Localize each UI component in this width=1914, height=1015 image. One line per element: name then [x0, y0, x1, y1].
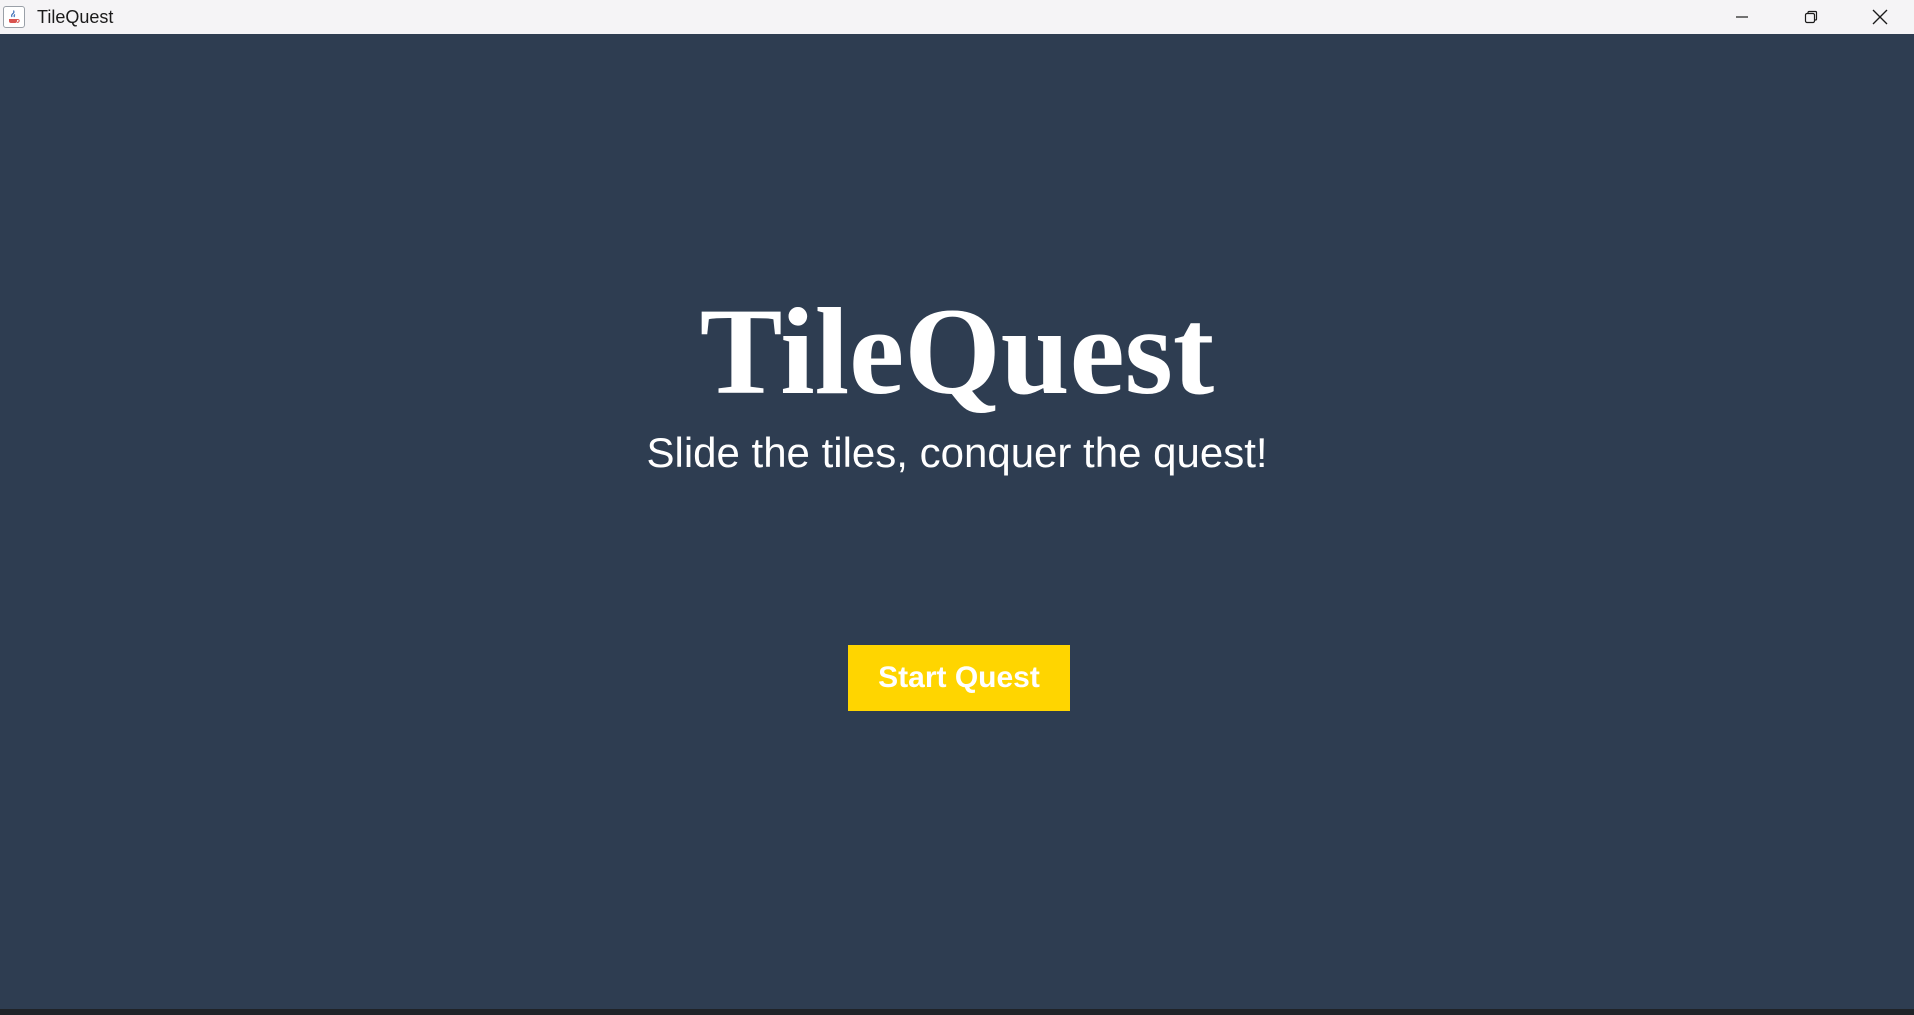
start-quest-button[interactable]: Start Quest — [848, 645, 1070, 711]
java-app-icon[interactable] — [3, 6, 25, 28]
close-icon[interactable] — [1845, 0, 1914, 34]
start-screen — [0, 34, 1914, 1009]
title-bar: TileQuest — [0, 0, 1914, 34]
minimize-icon[interactable] — [1707, 0, 1776, 34]
game-tagline: Slide the tiles, conquer the quest! — [646, 429, 1268, 476]
app-window: TileQuest TileQuest Slide the tiles, con… — [0, 0, 1914, 1015]
window-controls — [1707, 0, 1914, 34]
game-title: TileQuest — [699, 283, 1215, 420]
window-title: TileQuest — [37, 6, 114, 27]
restore-icon[interactable] — [1776, 0, 1845, 34]
window-bottom-edge — [0, 1009, 1914, 1015]
